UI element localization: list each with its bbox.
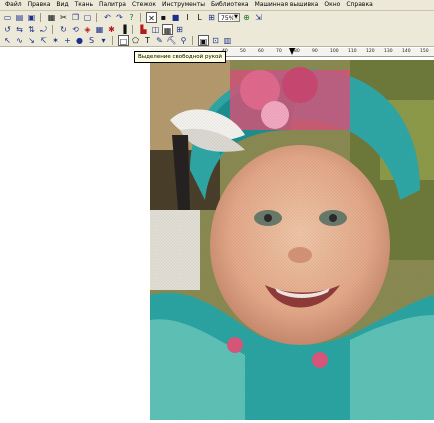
menu-item[interactable]: Окно bbox=[321, 0, 343, 10]
wrap-icon[interactable]: ⤾ bbox=[38, 24, 49, 35]
separator bbox=[132, 24, 136, 34]
ruler-tick-label: 150 bbox=[420, 49, 429, 54]
fabric-icon[interactable]: ▙ bbox=[138, 24, 149, 35]
separator bbox=[192, 36, 196, 45]
menu-item[interactable]: Машинная вышивка bbox=[252, 0, 322, 10]
grid2-icon[interactable]: ▥ bbox=[222, 35, 233, 46]
menu-item[interactable]: Ткань bbox=[72, 0, 96, 10]
lasso-icon[interactable]: ↸ bbox=[38, 35, 49, 46]
ruler-tick-label: 70 bbox=[276, 49, 282, 54]
frame-icon[interactable]: ▣ bbox=[198, 35, 209, 46]
refresh-icon[interactable]: ↻ bbox=[58, 24, 69, 35]
plus-icon[interactable]: + bbox=[62, 35, 73, 46]
ruler-tick-label: 130 bbox=[384, 49, 393, 54]
separator bbox=[112, 36, 116, 45]
toolbar-edit: ↺ ⇆ ⇅ ⤾ ↻ ⟲ ◈ ▦ ✱ ▐ ▙ ◫ ▦ ⊞ bbox=[0, 23, 434, 35]
separator bbox=[52, 24, 56, 34]
paste-icon[interactable]: ▢ bbox=[82, 12, 93, 23]
rotate-icon[interactable]: ↺ bbox=[2, 24, 13, 35]
ruler-tick-label: 50 bbox=[240, 49, 246, 54]
fill-icon[interactable]: ▪ bbox=[158, 12, 169, 23]
pattern-canvas[interactable] bbox=[150, 60, 434, 420]
open-icon[interactable]: ▤ bbox=[14, 12, 25, 23]
table-icon[interactable]: ▦ bbox=[162, 23, 173, 35]
separator bbox=[40, 12, 44, 22]
chevron-down-icon[interactable]: ▼ bbox=[233, 13, 239, 21]
menu-item[interactable]: Вид bbox=[53, 0, 71, 10]
line-icon[interactable]: I bbox=[182, 12, 193, 23]
layer-icon[interactable]: ◫ bbox=[150, 24, 161, 35]
new-icon[interactable]: ▭ bbox=[2, 12, 13, 23]
stitch-type-icon[interactable]: ▐ bbox=[118, 24, 129, 35]
toolbar-standard: ▭ ▤ ▣ ▦ ✂ ❐ ▢ ↶ ↷ ? ✕ ▪ ■ I L ⊞ 75% ▼ ⊕ … bbox=[0, 11, 434, 23]
ruler-tick-label: 120 bbox=[366, 49, 375, 54]
freehand-icon[interactable]: ∿ bbox=[14, 35, 25, 46]
toolbar-tools: ↖ ∿ ↘ ↸ ✶ + ● S ▾ □ ⬠ T ✎ ⛏ ⚲ ▣ ⊡ ▥ bbox=[0, 35, 434, 47]
text-icon[interactable]: L bbox=[194, 12, 205, 23]
menu-item[interactable]: Палитра bbox=[96, 0, 129, 10]
paint-icon[interactable]: ⛏ bbox=[166, 35, 177, 46]
layer2-icon[interactable]: ⊡ bbox=[210, 35, 221, 46]
copy-icon[interactable]: ❐ bbox=[70, 12, 81, 23]
grid-toggle-icon[interactable]: ⊞ bbox=[174, 24, 185, 35]
mirror-icon[interactable]: ⇆ bbox=[14, 24, 25, 35]
menu-item[interactable]: Стежок bbox=[129, 0, 159, 10]
ruler-tick-label: 60 bbox=[258, 49, 264, 54]
color-icon[interactable]: ▦ bbox=[94, 24, 105, 35]
zoom-select[interactable]: 75% ▼ bbox=[218, 12, 240, 22]
grid-icon[interactable]: ✱ bbox=[106, 24, 117, 35]
workspace-background bbox=[0, 48, 150, 423]
cycle-icon[interactable]: ⟲ bbox=[70, 24, 81, 35]
help-icon[interactable]: ? bbox=[126, 12, 137, 23]
text-tool-icon[interactable]: T bbox=[142, 35, 153, 46]
separator bbox=[140, 12, 144, 22]
magnify-icon[interactable]: ⚲ bbox=[178, 35, 189, 46]
ruler-tick-label: 80 bbox=[294, 49, 300, 54]
ruler-tick-label: 90 bbox=[312, 49, 318, 54]
undo-icon[interactable]: ↶ bbox=[102, 12, 113, 23]
pointer-icon[interactable]: ↖ bbox=[2, 35, 13, 46]
ruler-tick-label: 110 bbox=[348, 49, 357, 54]
print-icon[interactable]: ▦ bbox=[46, 12, 57, 23]
menu-item[interactable]: Правка bbox=[25, 0, 54, 10]
menu-item[interactable]: Инструменты bbox=[159, 0, 208, 10]
select-icon[interactable]: ✕ bbox=[146, 11, 157, 23]
flip-icon[interactable]: ⇅ bbox=[26, 24, 37, 35]
polygon-icon[interactable]: ⬠ bbox=[130, 35, 141, 46]
chevron-down-icon[interactable]: ▾ bbox=[98, 35, 109, 46]
separator bbox=[96, 12, 100, 22]
dot-icon[interactable]: ● bbox=[74, 35, 85, 46]
menu-item[interactable]: Файл bbox=[2, 0, 25, 10]
menu-item[interactable]: Справка bbox=[343, 0, 375, 10]
arrow-select-icon[interactable]: ⇲ bbox=[253, 12, 264, 23]
fit-icon[interactable]: ⊕ bbox=[241, 12, 252, 23]
menu-item[interactable]: Библиотека bbox=[208, 0, 252, 10]
s-icon[interactable]: S bbox=[86, 35, 97, 46]
baby-photo bbox=[150, 60, 434, 420]
redo-icon[interactable]: ↷ bbox=[114, 12, 125, 23]
ruler-tick-label: 140 bbox=[402, 49, 411, 54]
tooltip: Выделение свободной рукой bbox=[134, 51, 226, 63]
star-icon[interactable]: ✶ bbox=[50, 35, 61, 46]
cut-icon[interactable]: ✂ bbox=[58, 12, 69, 23]
eyedropper-icon[interactable]: ✎ bbox=[154, 35, 165, 46]
palette-icon[interactable]: ◈ bbox=[82, 24, 93, 35]
rect-icon[interactable]: □ bbox=[118, 35, 129, 46]
stitch-icon[interactable]: ■ bbox=[170, 12, 181, 23]
arrow-icon[interactable]: ↘ bbox=[26, 35, 37, 46]
zoom-icon[interactable]: ⊞ bbox=[206, 12, 217, 23]
menu-bar: Файл Правка Вид Ткань Палитра Стежок Инструмен… bbox=[0, 0, 434, 11]
ruler-tick-label: 100 bbox=[330, 49, 339, 54]
save-icon[interactable]: ▣ bbox=[26, 12, 37, 23]
